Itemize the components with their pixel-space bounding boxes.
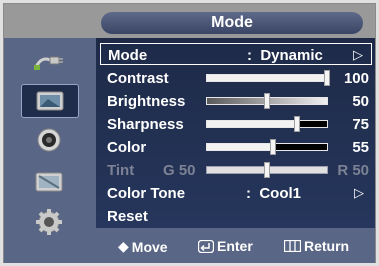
color-slider-handle[interactable] — [270, 139, 276, 155]
contrast-value: 100 — [343, 70, 369, 87]
tint-red-value: R 50 — [337, 162, 369, 179]
contrast-label: Contrast — [107, 70, 169, 87]
menu-item-brightness[interactable]: Brightness 50 — [100, 90, 372, 112]
contrast-slider-fill — [207, 75, 327, 81]
menu-item-contrast[interactable]: Contrast 100 — [100, 67, 372, 89]
color-slider[interactable] — [206, 139, 328, 155]
chevron-right-icon: ▷ — [354, 185, 364, 200]
color-slider-fill — [207, 144, 273, 150]
chevron-right-icon: ▷ — [353, 47, 363, 62]
osd-menu-frame: Mode Mode: Dynamic ▷ Contrast 100 Brigh… — [3, 3, 376, 263]
tint-label: Tint — [107, 162, 135, 179]
hint-enter-label: Enter — [217, 238, 253, 254]
menu-item-color[interactable]: Color 55 — [100, 136, 372, 158]
brightness-slider-handle[interactable] — [264, 93, 270, 109]
color-tone-separator: : — [246, 185, 251, 202]
channel-icon[interactable] — [21, 166, 77, 198]
setup-gear-icon[interactable] — [21, 206, 77, 238]
color-tone-label: Color Tone — [107, 185, 186, 202]
picture-icon[interactable] — [21, 84, 79, 118]
input-plug-icon[interactable] — [21, 46, 77, 78]
hint-enter: Enter — [198, 238, 253, 254]
menu-item-reset[interactable]: Reset — [100, 205, 372, 227]
sharpness-label: Sharpness — [107, 116, 184, 133]
navigation-hints-bar: ◆ Move Enter Return — [96, 228, 375, 263]
hint-move-label: Move — [131, 238, 168, 255]
menu-item-mode[interactable]: Mode : Dynamic ▷ — [100, 43, 372, 65]
sharpness-slider-handle[interactable] — [294, 116, 300, 132]
brightness-label: Brightness — [107, 93, 186, 110]
sound-icon[interactable] — [21, 124, 77, 156]
move-arrows-icon: ◆ — [118, 238, 129, 254]
menu-item-sharpness[interactable]: Sharpness 75 — [100, 113, 372, 135]
tint-slider-handle — [264, 162, 270, 178]
brightness-slider[interactable] — [206, 93, 328, 109]
enter-icon — [198, 239, 214, 253]
brightness-value: 50 — [352, 93, 369, 110]
mode-current-value: Dynamic — [260, 47, 323, 64]
hint-move: ◆ Move — [118, 238, 168, 255]
mode-separator: : — [247, 47, 252, 64]
color-tone-current-value: Cool1 — [259, 185, 302, 202]
menu-item-color-tone[interactable]: Color Tone : Cool1 ▷ — [100, 182, 372, 204]
hint-return: Return — [284, 238, 349, 254]
color-tone-value: : Cool1 — [246, 185, 301, 202]
menu-title: Mode — [101, 12, 363, 34]
sharpness-slider[interactable] — [206, 116, 328, 132]
contrast-slider[interactable] — [206, 70, 330, 86]
hint-return-label: Return — [304, 238, 350, 254]
mode-value: : Dynamic — [247, 47, 323, 64]
sharpness-value: 75 — [352, 116, 369, 133]
reset-label: Reset — [107, 208, 148, 225]
tint-slider — [206, 162, 328, 178]
mode-label: Mode — [108, 47, 148, 64]
title-bar: Mode — [4, 4, 375, 38]
menu-panel: Mode : Dynamic ▷ Contrast 100 Brightness… — [96, 38, 375, 228]
sidebar — [4, 38, 96, 263]
sharpness-slider-fill — [207, 121, 297, 127]
tint-green-value: G 50 — [163, 162, 196, 179]
color-value: 55 — [352, 139, 369, 156]
menu-item-tint: Tint G 50 R 50 — [100, 159, 372, 181]
return-icon — [284, 240, 301, 252]
color-label: Color — [107, 139, 147, 156]
